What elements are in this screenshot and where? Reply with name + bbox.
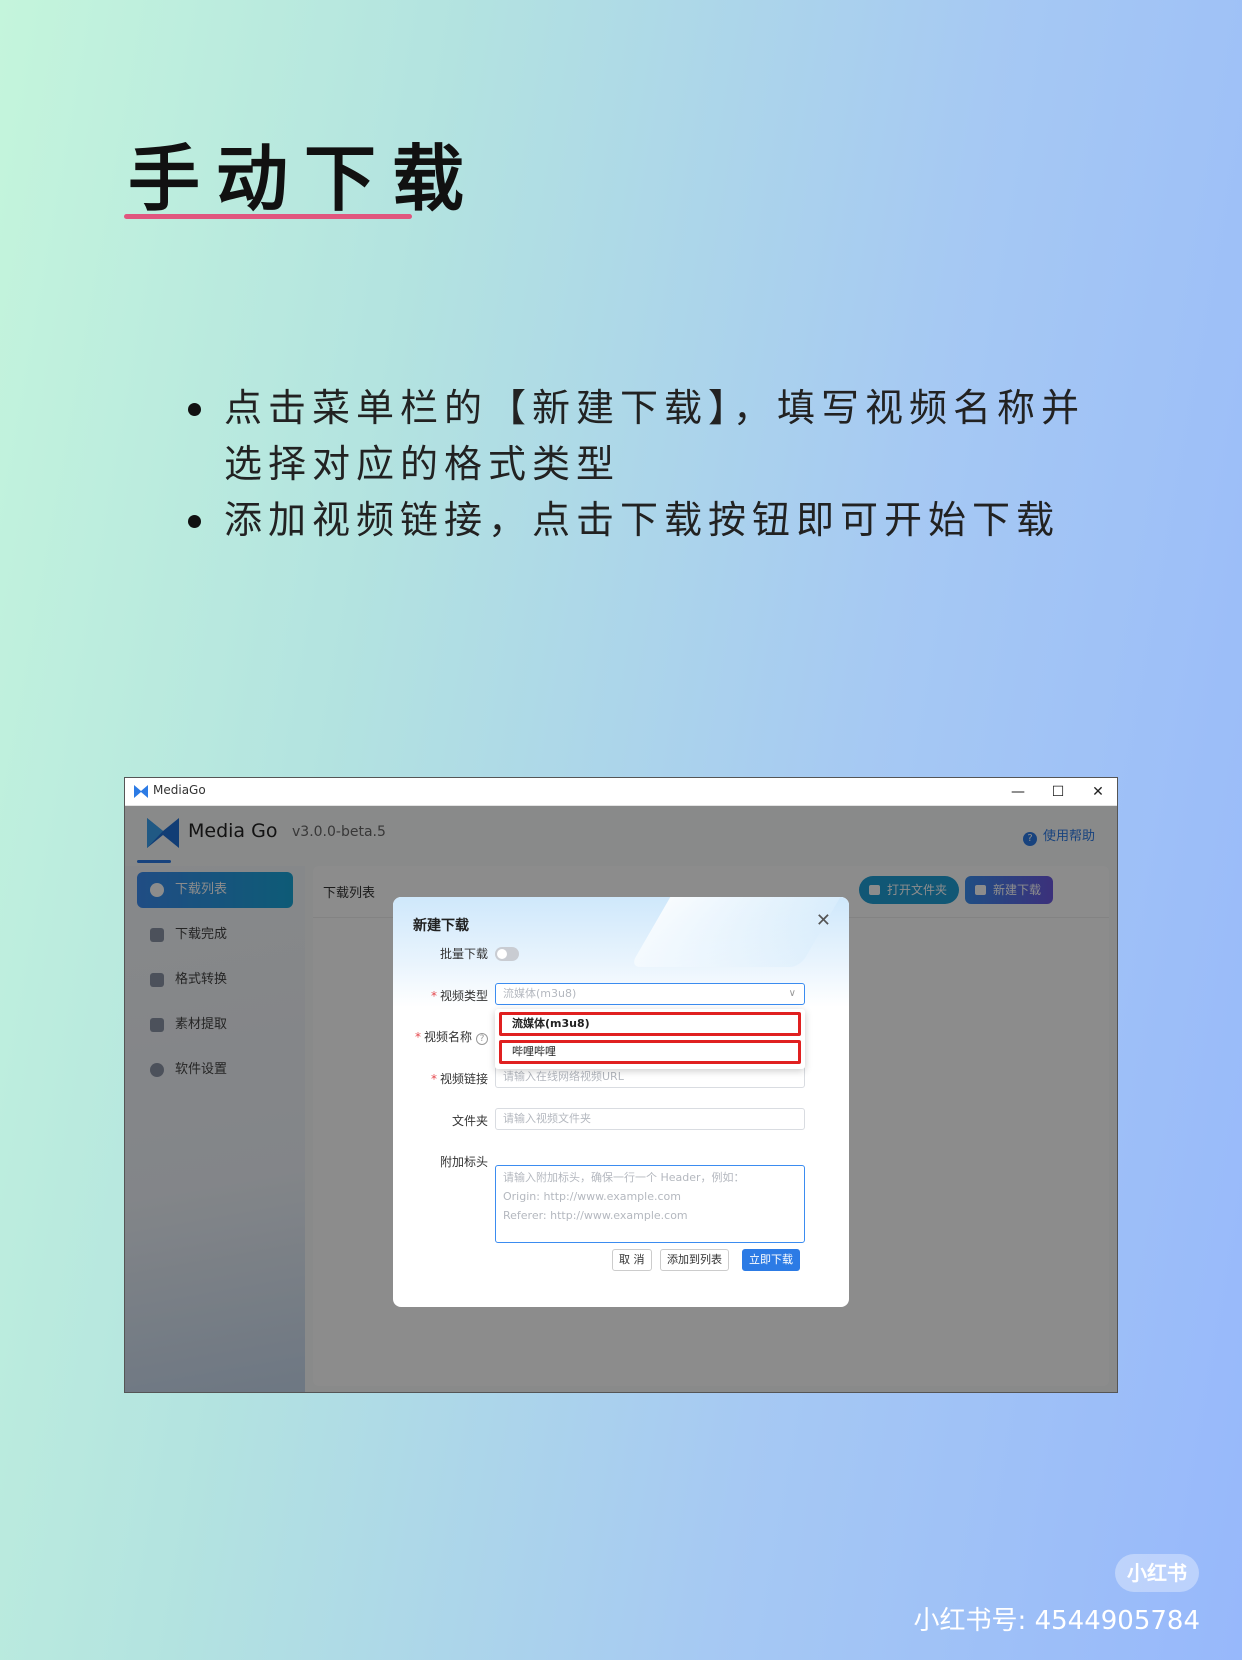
batch-label: 批量下载 [439,947,488,961]
video-url-placeholder: 请输入在线网络视频URL [503,1070,624,1083]
dialog-title: 新建下载 [413,918,469,934]
headers-label: 附加标头 [439,1155,488,1169]
mediago-logo-icon [134,785,148,798]
video-type-label-text: 视频类型 [439,989,488,1003]
headers-placeholder-line: Referer: http://www.example.com [503,1209,688,1222]
folder-placeholder: 请输入视频文件夹 [503,1112,591,1125]
video-url-label-text: 视频链接 [439,1072,488,1086]
download-now-button[interactable]: 立即下载 [742,1249,800,1271]
bullet-dot-icon [188,515,201,528]
option-m3u8[interactable]: 流媒体(m3u8) [499,1012,801,1036]
headers-placeholder-line: 请输入附加标头，确保一行一个 Header，例如： [503,1171,745,1184]
app-window: MediaGo — ☐ ✕ Media Go v3.0.0-beta.5 ? 使用… [124,777,1118,1393]
folder-label: 文件夹 [451,1114,488,1128]
watermark-badge: 小红书 [1115,1554,1199,1592]
folder-input[interactable]: 请输入视频文件夹 [495,1108,805,1130]
instruction-text: 点击菜单栏的【新建下载】，填写视频名称并选择对应的格式类型 [224,386,1086,486]
video-name-label-text: 视频名称 [423,1030,472,1044]
window-titlebar[interactable]: MediaGo — ☐ ✕ [125,778,1117,806]
page-title: 手动下载 [128,137,481,221]
close-window-button[interactable]: ✕ [1083,781,1113,803]
video-type-select[interactable]: 流媒体(m3u8) ∨ [495,983,805,1005]
video-url-label: * 视频链接 [430,1072,488,1086]
video-type-value: 流媒体(m3u8) [503,987,577,1000]
help-circle-icon[interactable]: ? [476,1033,488,1045]
toggle-knob [497,949,507,959]
title-underline [124,214,412,219]
video-url-input[interactable]: 请输入在线网络视频URL [495,1066,805,1088]
minimize-button[interactable]: — [1003,781,1033,803]
watermark-text: 小红书号: 4544905784 [913,1606,1200,1636]
video-name-label: * 视频名称? [415,1028,488,1045]
instruction-item: 点击菜单栏的【新建下载】，填写视频名称并选择对应的格式类型 [188,380,1128,492]
batch-toggle[interactable] [495,947,519,961]
instruction-text: 添加视频链接，点击下载按钮即可开始下载 [224,498,1061,542]
video-type-label: * 视频类型 [430,989,488,1003]
chevron-down-icon: ∨ [788,988,796,999]
maximize-button[interactable]: ☐ [1043,781,1073,803]
bullet-dot-icon [188,403,201,416]
headers-placeholder-line: Origin: http://www.example.com [503,1190,681,1203]
instruction-item: 添加视频链接，点击下载按钮即可开始下载 [188,492,1128,548]
add-to-list-button[interactable]: 添加到列表 [660,1249,729,1271]
headers-textarea[interactable]: 请输入附加标头，确保一行一个 Header，例如： Origin: http:/… [495,1165,805,1243]
instruction-list: 点击菜单栏的【新建下载】，填写视频名称并选择对应的格式类型 添加视频链接，点击下… [188,380,1128,548]
window-title: MediaGo [153,783,206,797]
cancel-button[interactable]: 取 消 [612,1249,652,1271]
new-download-dialog: 新建下载 ✕ 批量下载 * 视频类型 流媒体(m3u8) ∨ * 视频名称? * 视频… [393,897,849,1307]
video-type-dropdown: 流媒体(m3u8) 哔哩哔哩 [495,1009,805,1069]
close-icon[interactable]: ✕ [816,910,831,931]
option-bilibili[interactable]: 哔哩哔哩 [499,1040,801,1064]
